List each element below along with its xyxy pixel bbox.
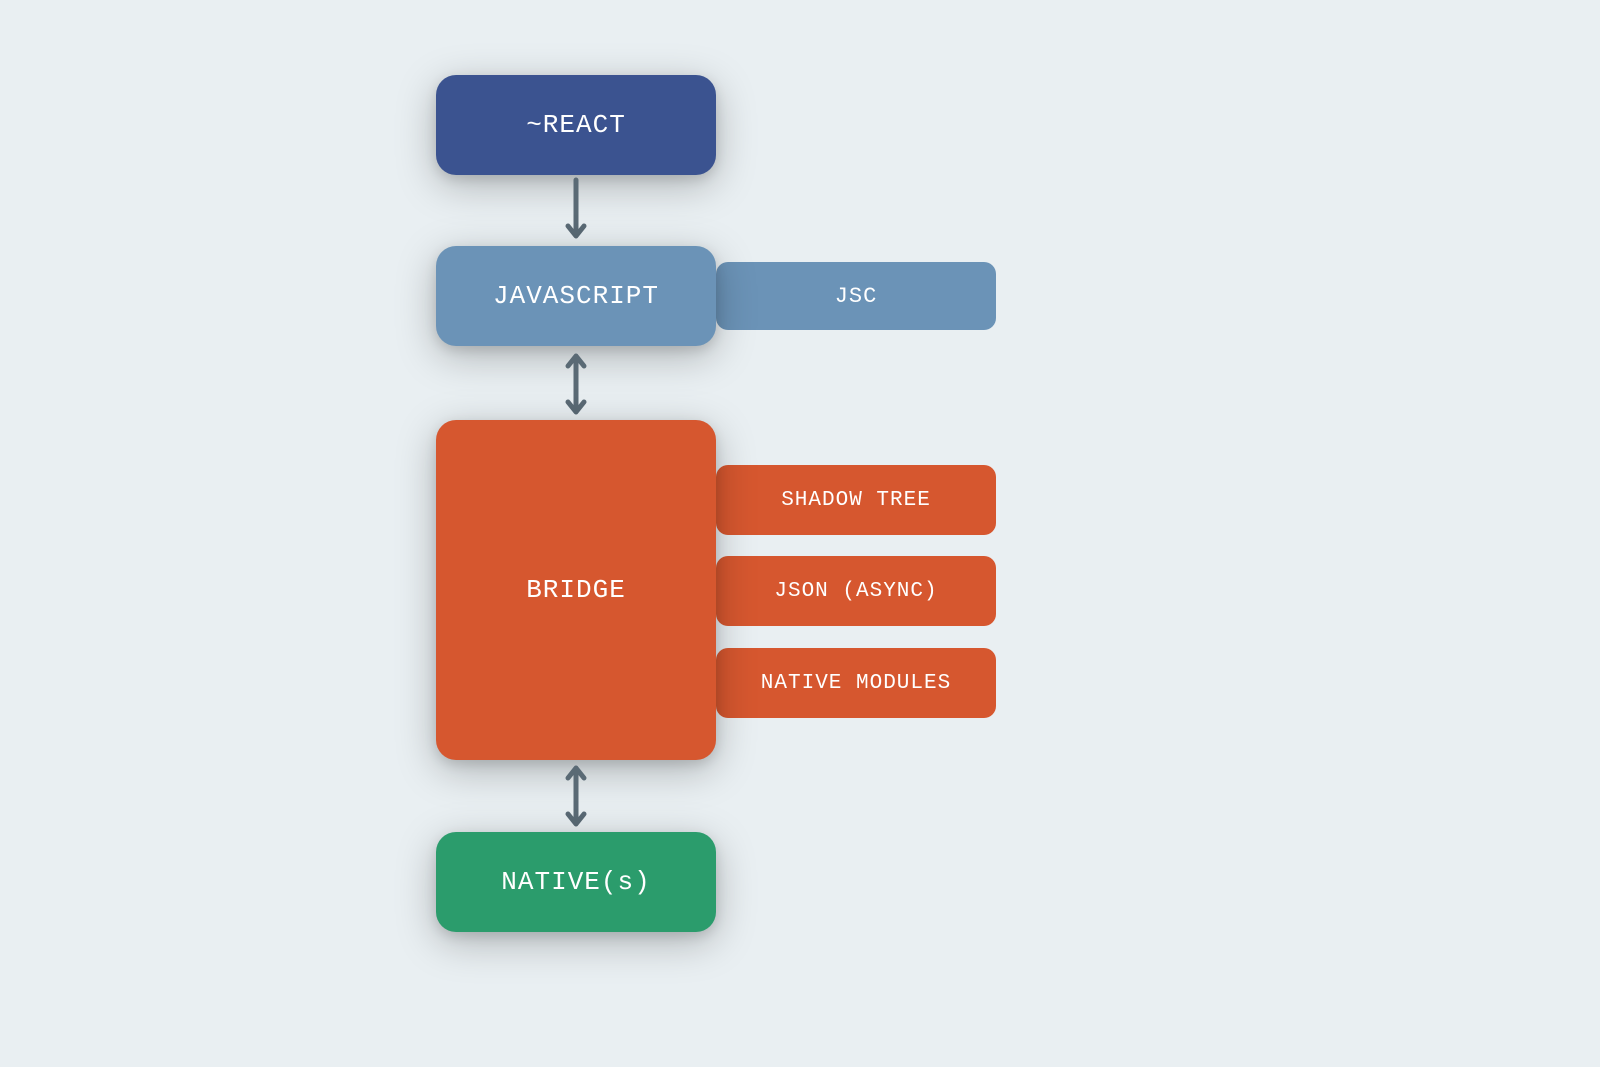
- javascript-label: JAVASCRIPT: [493, 281, 659, 311]
- bridge-sub-label: JSON (ASYNC): [774, 580, 937, 603]
- bridge-label: BRIDGE: [526, 575, 626, 605]
- bridge-sub-label: NATIVE MODULES: [761, 672, 951, 695]
- bridge-node: BRIDGE: [436, 420, 716, 760]
- native-label: NATIVE(s): [501, 867, 650, 897]
- javascript-node: JAVASCRIPT: [436, 246, 716, 346]
- react-label: ~REACT: [526, 110, 626, 140]
- bridge-sub-native-modules: NATIVE MODULES: [716, 648, 996, 718]
- arrow-js-bridge: [566, 350, 586, 418]
- arrow-bridge-native: [566, 762, 586, 830]
- bridge-sub-shadow-tree: SHADOW TREE: [716, 465, 996, 535]
- jsc-label: JSC: [835, 284, 878, 309]
- diagram-canvas: ~REACT JSC JAVASCRIPT SHADOW TREE JSON (…: [0, 0, 1600, 1067]
- bridge-sub-label: SHADOW TREE: [781, 489, 931, 512]
- react-node: ~REACT: [436, 75, 716, 175]
- arrow-react-to-js: [566, 178, 586, 244]
- native-node: NATIVE(s): [436, 832, 716, 932]
- jsc-node: JSC: [716, 262, 996, 330]
- bridge-sub-json-async: JSON (ASYNC): [716, 556, 996, 626]
